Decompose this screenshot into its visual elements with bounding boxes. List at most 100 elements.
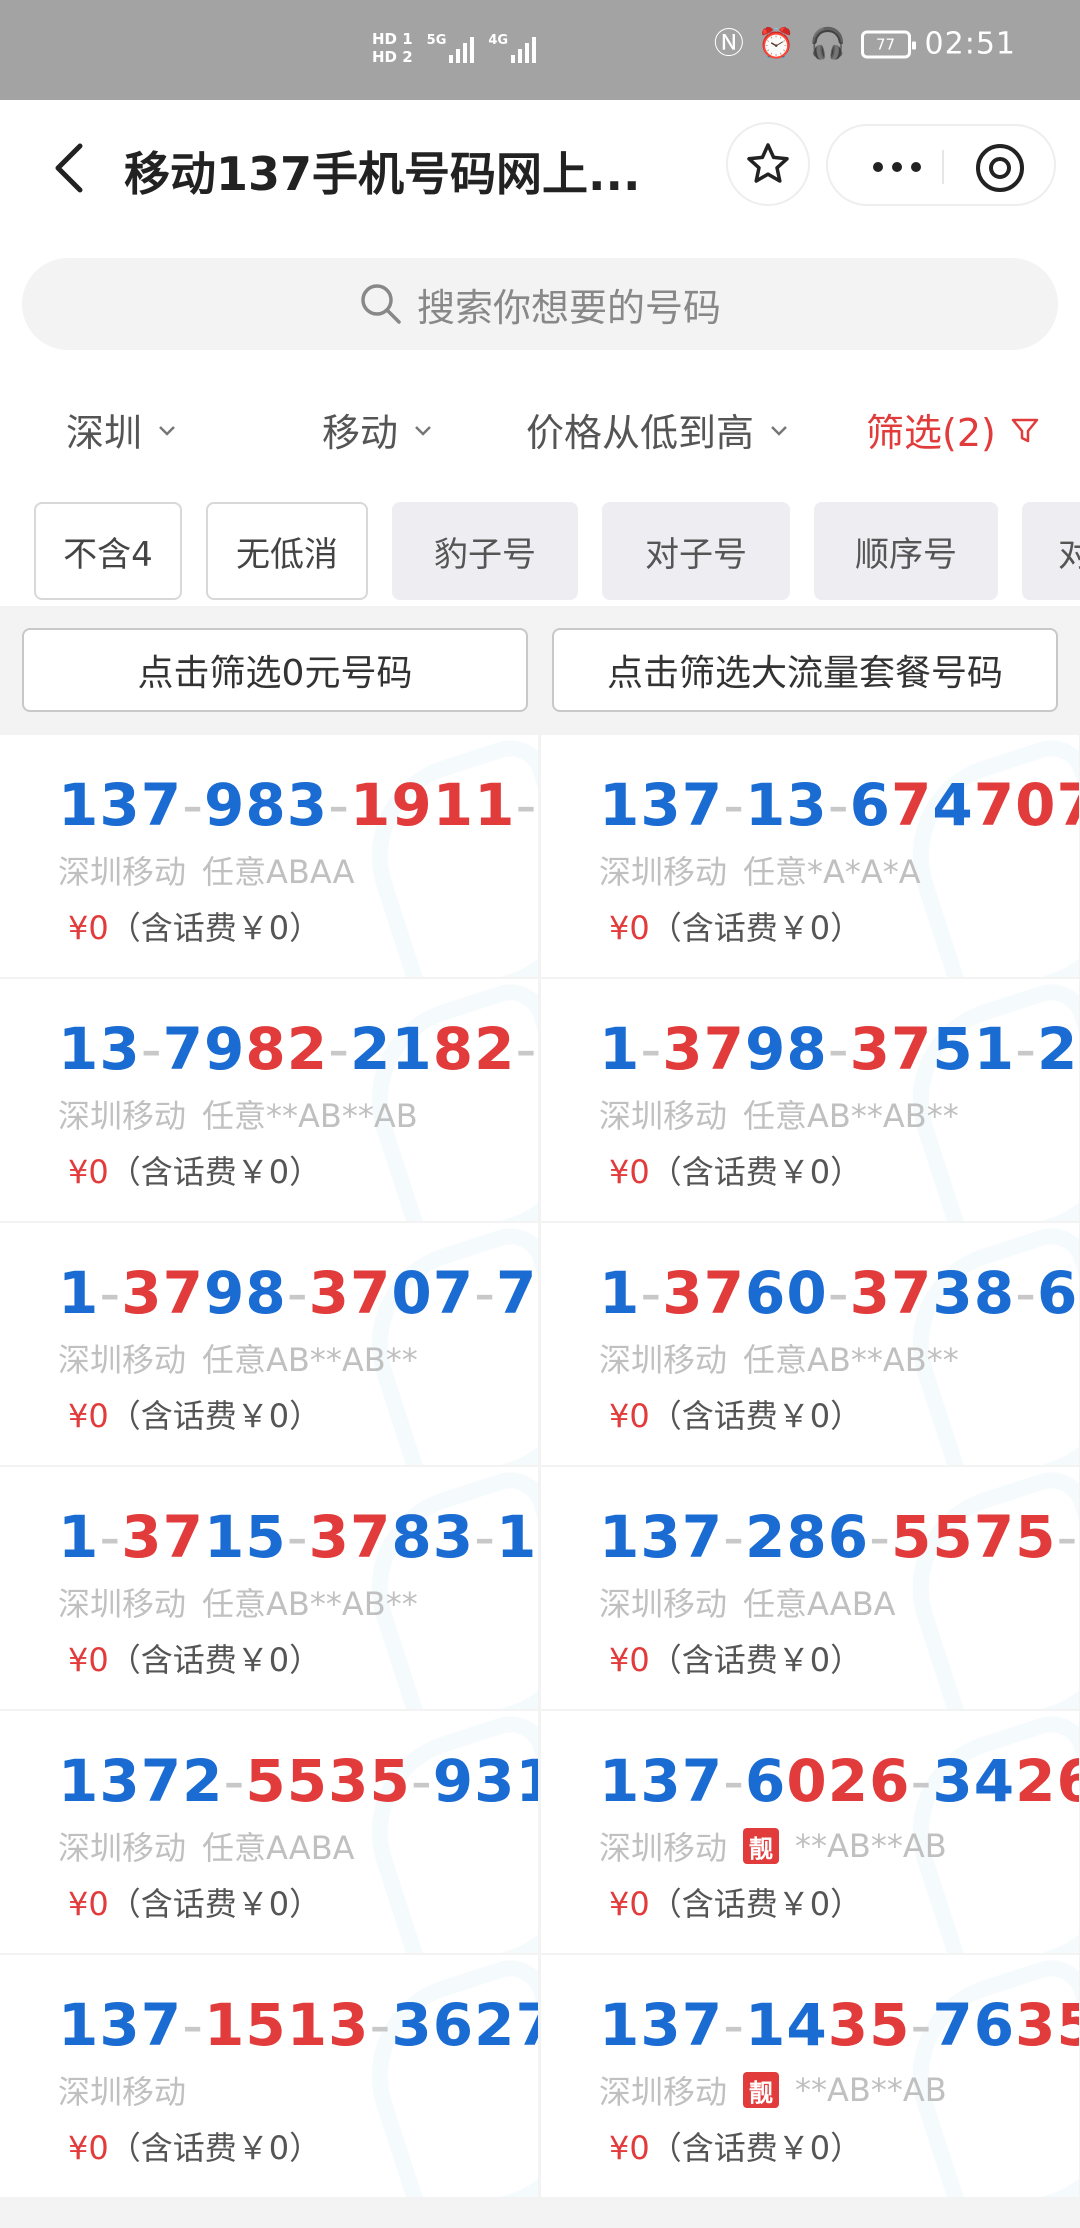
big-data-plan-button[interactable]: 点击筛选大流量套餐号码 <box>552 628 1058 712</box>
number-separator: - <box>1015 1259 1038 1327</box>
number-segment: 286 <box>745 1503 870 1571</box>
number-segment: 13 <box>745 771 828 839</box>
number-info: 深圳移动 任意AB**AB** <box>58 1335 418 1381</box>
number-card[interactable]: 137-1513-3627 深圳移动 ¥0（含话费￥0） <box>0 1955 538 2197</box>
number-segment: 35 <box>1015 1991 1079 2059</box>
number-card[interactable]: 137-286-5575-0深圳移动任意AABA¥0（含话费￥0） <box>541 1467 1079 1709</box>
screen-filter[interactable]: 筛选(2) <box>866 402 1040 457</box>
number-separator: - <box>328 1015 351 1083</box>
carrier-filter[interactable]: 移动 <box>322 402 434 457</box>
number-info: 深圳移动 任意AB**AB** <box>599 1335 959 1381</box>
number-card[interactable]: 137-983-1911-3深圳移动任意ABAA¥0（含话费￥0） <box>0 735 538 977</box>
number-segment: 35 <box>827 1991 911 2059</box>
sort-filter[interactable]: 价格从低到高 <box>526 402 790 457</box>
chip-sequence[interactable]: 顺序号 <box>814 502 998 600</box>
location-label: 深圳移动 <box>58 1585 187 1623</box>
number-separator: - <box>515 1015 538 1083</box>
number-segment: 79 <box>162 1015 246 1083</box>
search-input[interactable]: 搜索你想要的号码 <box>22 258 1058 350</box>
number-segment: 73 <box>496 1259 538 1327</box>
number-segment: 137 <box>599 771 724 839</box>
status-bar: HD 1 HD 2 5G 4G Ⓝ ⏰ 🎧 77 02:51 <box>0 0 1080 100</box>
location-label: 深圳移动 <box>58 1341 187 1379</box>
chip-no-min-spend[interactable]: 无低消 <box>206 502 368 600</box>
number-segment: 98 <box>745 1015 828 1083</box>
number-card[interactable]: 1-3760-3738-65深圳移动任意AB**AB**¥0（含话费￥0） <box>541 1223 1079 1465</box>
number-separator: - <box>827 771 850 839</box>
hd2-label: HD 2 <box>372 48 413 66</box>
number-card[interactable]: 137-13-674707 深圳移动 任意*A*A*A ¥0（含话费￥0） <box>541 735 1079 977</box>
location-label: 深圳移动 <box>599 1341 728 1379</box>
phone-number: 1-3798-3707-73 <box>58 1259 538 1327</box>
chip-triple[interactable]: 豹子号 <box>392 502 578 600</box>
more-dots-icon[interactable] <box>862 152 932 182</box>
number-card[interactable]: 13-7982-2182-5深圳移动任意**AB**AB¥0（含话费￥0） <box>0 979 538 1221</box>
number-separator: - <box>410 1747 433 1815</box>
number-separator: - <box>640 1015 663 1083</box>
search-placeholder: 搜索你想要的号码 <box>416 285 721 330</box>
chip-partial[interactable]: 对 <box>1022 502 1080 600</box>
number-segment: 37 <box>121 1503 205 1571</box>
city-filter-label: 深圳 <box>66 411 143 455</box>
pattern-tag: **AB**AB <box>795 1827 947 1865</box>
price-value: ¥0 <box>68 909 109 947</box>
number-segment: 5535 <box>245 1747 411 1815</box>
number-segment: 37 <box>849 1015 933 1083</box>
phone-number: 137-6026-3426 <box>599 1747 1079 1815</box>
number-card[interactable]: 137-6026-3426 深圳移动靓 **AB**AB ¥0（含话费￥0） <box>541 1711 1079 1953</box>
number-info: 深圳移动靓 **AB**AB <box>599 1823 947 1869</box>
number-card[interactable]: 137-1435-7635 深圳移动靓 **AB**AB ¥0（含话费￥0） <box>541 1955 1079 2197</box>
number-info: 深圳移动 任意AB**AB** <box>599 1091 959 1137</box>
price-value: ¥0 <box>609 1885 650 1923</box>
price-value: ¥0 <box>68 1885 109 1923</box>
chevron-down-icon <box>159 425 175 436</box>
number-segment: 37 <box>662 1259 746 1327</box>
number-info: 深圳移动 任意ABAA <box>58 847 355 893</box>
number-segment: 1 <box>58 1503 100 1571</box>
number-separator: - <box>99 1259 122 1327</box>
filter-bar: 深圳 移动 价格从低到高 筛选(2) <box>0 364 1080 494</box>
chip-no-4[interactable]: 不含4 <box>34 502 182 600</box>
number-segment: 07 <box>391 1259 475 1327</box>
alarm-icon: ⏰ <box>757 26 796 61</box>
price-line: ¥0（含话费￥0） <box>68 1147 321 1193</box>
number-segment: 38 <box>932 1259 1016 1327</box>
price-note: （含话费￥0） <box>649 1397 863 1435</box>
price-line: ¥0（含话费￥0） <box>68 903 321 949</box>
favorite-button[interactable] <box>726 122 810 206</box>
chip-pair[interactable]: 对子号 <box>602 502 790 600</box>
number-card[interactable]: 1-3798-3707-73深圳移动任意AB**AB**¥0（含话费￥0） <box>0 1223 538 1465</box>
number-segment: 14 <box>745 1991 828 2059</box>
number-segment: 137 <box>599 1747 724 1815</box>
price-line: ¥0（含话费￥0） <box>68 1391 321 1437</box>
battery-level: 77 <box>875 35 896 53</box>
number-card[interactable]: 1372-5535-931 深圳移动 任意AABA ¥0（含话费￥0） <box>0 1711 538 1953</box>
price-line: ¥0（含话费￥0） <box>609 2123 862 2169</box>
number-separator: - <box>640 1259 663 1327</box>
number-separator: - <box>223 1747 246 1815</box>
close-circle-icon[interactable] <box>974 142 1026 194</box>
number-card[interactable]: 1-3798-3751-25深圳移动任意AB**AB**¥0（含话费￥0） <box>541 979 1079 1221</box>
carrier-filter-label: 移动 <box>322 411 399 455</box>
pattern-tag: 任意ABAA <box>202 853 355 891</box>
pattern-tag: 任意AB**AB** <box>202 1585 418 1623</box>
zero-price-button[interactable]: 点击筛选0元号码 <box>22 628 528 712</box>
number-separator: - <box>723 1747 746 1815</box>
price-note: （含话费￥0） <box>108 1153 322 1191</box>
number-info: 深圳移动 任意AABA <box>599 1579 896 1625</box>
location-label: 深圳移动 <box>58 1829 187 1867</box>
number-segment: 98 <box>204 1259 287 1327</box>
number-info: 深圳移动 任意**AB**AB <box>58 1091 418 1137</box>
pattern-tag: 任意AABA <box>202 1829 355 1867</box>
price-line: ¥0（含话费￥0） <box>68 1879 321 1925</box>
pattern-tag: 任意AB**AB** <box>743 1097 959 1135</box>
city-filter[interactable]: 深圳 <box>66 402 178 457</box>
number-segment: 1513 <box>204 1991 370 2059</box>
headphones-icon: 🎧 <box>809 26 847 61</box>
number-segment: 1 <box>599 1015 641 1083</box>
signal-4g-icon: 4G <box>488 33 537 63</box>
number-segment: 37 <box>308 1259 392 1327</box>
number-card[interactable]: 1-3715-3783-15深圳移动任意AB**AB**¥0（含话费￥0） <box>0 1467 538 1709</box>
price-note: （含话费￥0） <box>108 2129 322 2167</box>
back-arrow-icon[interactable] <box>40 136 104 200</box>
